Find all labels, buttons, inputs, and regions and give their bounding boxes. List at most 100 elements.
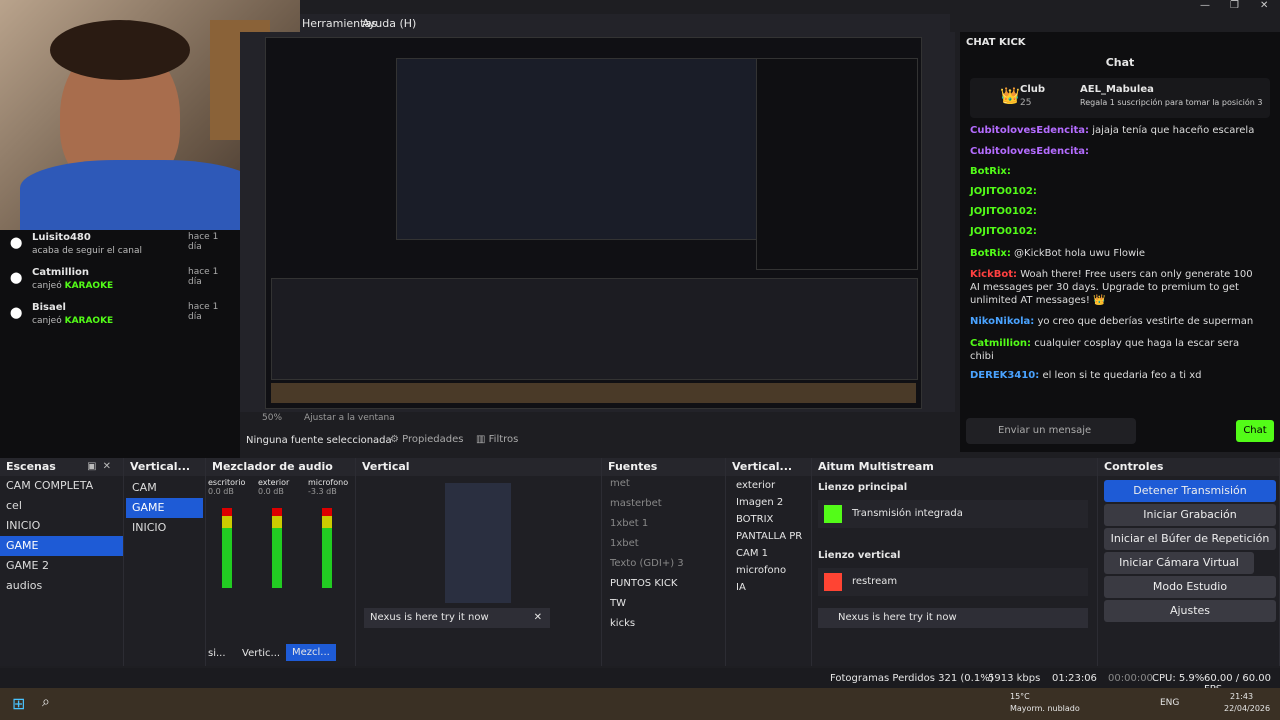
volume-meter — [322, 508, 332, 588]
source-item[interactable]: PUNTOS KICK — [610, 578, 723, 598]
scene-item[interactable]: CAM COMPLETA — [0, 476, 123, 496]
preview-zoom-bar[interactable]: 50% Ajustar a la ventana — [240, 412, 955, 426]
sources-dock: Fuentes met masterbet 1xbet 1 1xbet Text… — [602, 458, 726, 666]
chat-message: JOJITO0102: — [970, 206, 1037, 217]
preview-area[interactable] — [240, 32, 955, 412]
chat-send-button[interactable]: Chat — [1236, 420, 1274, 442]
mixer-channel[interactable]: exterior 0.0 dB — [258, 478, 304, 628]
search-icon[interactable]: ⌕ — [42, 694, 50, 710]
bitrate: 5913 kbps — [988, 673, 1041, 684]
user-icon: ⬤ — [10, 271, 23, 284]
chat-input[interactable]: Enviar un mensaje — [966, 418, 1136, 444]
restream-icon — [824, 573, 842, 591]
source-item[interactable]: 1xbet 1 — [610, 518, 723, 538]
user-icon: ⬤ — [10, 306, 23, 319]
virtual-camera-button[interactable]: Iniciar Cámara Virtual — [1104, 552, 1254, 574]
chat-message: BotRix: — [970, 166, 1011, 177]
mixer-tab[interactable]: Vertic... — [242, 648, 280, 659]
filters-button[interactable]: ▥ Filtros — [476, 434, 518, 445]
vertical-banner[interactable]: Nexus is here try it now ✕ — [364, 608, 550, 628]
windows-start-icon[interactable]: ⊞ — [12, 694, 25, 713]
preview-recursive-docks — [271, 278, 918, 380]
vertical-scene-item[interactable]: CAM — [126, 478, 203, 498]
source-item[interactable]: masterbet — [610, 498, 723, 518]
scene-item[interactable]: cel — [0, 496, 123, 516]
activity-user: Catmillion — [32, 267, 89, 278]
vertical-source-item[interactable]: CAM 1 — [736, 548, 809, 565]
mixer-tab[interactable]: si... — [208, 648, 226, 659]
vertical-scene-item[interactable]: INICIO — [126, 518, 203, 538]
chat-message: DEREK3410: el leon si te quedaria feo a … — [970, 370, 1202, 381]
scene-item[interactable]: GAME 2 — [0, 556, 123, 576]
vertical-source-item[interactable]: microfono — [736, 565, 809, 582]
status-bar: Fotogramas Perdidos 321 (0.1%) 5913 kbps… — [0, 668, 1280, 695]
scene-item[interactable]: audios — [0, 576, 123, 596]
streamer-hair — [50, 20, 190, 80]
crown-icon: 👑 — [1000, 86, 1020, 105]
live-time: 01:23:06 — [1052, 673, 1097, 684]
vertical-source-item[interactable]: Imagen 2 — [736, 497, 809, 514]
vertical-source-item[interactable]: IA — [736, 582, 809, 599]
settings-button[interactable]: Ajustes — [1104, 600, 1276, 622]
chat-message: JOJITO0102: — [970, 226, 1037, 237]
close-icon[interactable]: ✕ — [534, 608, 542, 628]
vertical-scenes-dock: Vertical... CAM GAME INICIO — [124, 458, 206, 666]
taskbar: ⊞ ⌕ 15°C Mayorm. nublado ENG 21:43 22/04… — [0, 688, 1280, 720]
multistream-dock: Aitum Multistream Lienzo principal Trans… — [812, 458, 1098, 666]
replay-buffer-button[interactable]: Iniciar el Búfer de Repetición — [1104, 528, 1276, 550]
vertical-scene-item[interactable]: GAME — [126, 498, 203, 518]
activity-time: hace 1 día — [188, 302, 219, 322]
clock-time: 21:43 — [1230, 692, 1254, 701]
source-item[interactable]: TW — [610, 598, 723, 618]
multistream-banner[interactable]: Nexus is here try it now — [818, 608, 1088, 628]
window-controls[interactable]: — ❐ ✕ — [1190, 0, 1280, 14]
activity-item: ⬤ Luisito480 acaba de seguir el canal ha… — [10, 232, 230, 262]
preview-recursive-taskbar — [271, 383, 916, 403]
stop-stream-button[interactable]: Detener Transmisión — [1104, 480, 1276, 502]
scene-item[interactable]: INICIO — [0, 516, 123, 536]
source-item[interactable]: kicks — [610, 618, 723, 638]
source-item[interactable]: met — [610, 478, 723, 498]
mixer-tab[interactable]: Mezcl... — [286, 644, 336, 661]
volume-meter — [222, 508, 232, 588]
weather-desc: Mayorm. nublado — [1010, 704, 1080, 713]
chat-message: KickBot: Woah there! Free users can only… — [970, 269, 1253, 306]
activity-text: canjeó KARAOKE — [32, 281, 114, 291]
vertical-source-item[interactable]: BOTRIX — [736, 514, 809, 531]
kick-icon — [824, 505, 842, 523]
chat-message: NikoNikola: yo creo que deberías vestirt… — [970, 316, 1254, 327]
rec-time: 00:00:00 — [1108, 673, 1153, 684]
no-source-label: Ninguna fuente seleccionada — [246, 435, 392, 446]
language[interactable]: ENG — [1160, 698, 1179, 708]
vertical-sources-dock: Vertical... exterior Imagen 2 BOTRIX PAN… — [726, 458, 812, 666]
chat-top-gifter: 👑 Club 25 AEL_Mabulea Regala 1 suscripci… — [970, 78, 1270, 118]
chat-message: Catmillion: cualquier cosplay que haga l… — [970, 338, 1240, 362]
menu-bar: Herramientas Ayuda (H) — [300, 14, 950, 32]
menu-ayuda[interactable]: Ayuda (H) — [362, 17, 416, 30]
chat-message: JOJITO0102: — [970, 186, 1037, 197]
clock-date: 22/04/2026 — [1224, 704, 1271, 713]
chat-message: CubitolovesEdencita: — [970, 146, 1090, 157]
properties-button[interactable]: ⚙ Propiedades — [390, 434, 463, 445]
source-bar: Ninguna fuente seleccionada ⚙ Propiedade… — [240, 430, 955, 452]
scenes-dock: Escenas ▣✕ CAM COMPLETA cel INICIO GAME G… — [0, 458, 124, 666]
chat-message: CubitolovesEdencita: jajaja tenía que ha… — [970, 125, 1255, 136]
preview-recursive-obs — [396, 58, 768, 240]
activity-text: acaba de seguir el canal — [32, 246, 142, 256]
start-recording-button[interactable]: Iniciar Grabación — [1104, 504, 1276, 526]
vertical-output-row[interactable]: restream — [818, 568, 1088, 596]
scene-item[interactable]: GAME — [0, 536, 123, 556]
source-item[interactable]: 1xbet — [610, 538, 723, 558]
vertical-source-item[interactable]: PANTALLA PR — [736, 531, 809, 548]
main-output-row[interactable]: Transmisión integrada — [818, 500, 1088, 528]
vertical-source-item[interactable]: exterior — [736, 480, 809, 497]
volume-meter — [272, 508, 282, 588]
studio-mode-button[interactable]: Modo Estudio — [1104, 576, 1276, 598]
mixer-channel[interactable]: escritorio 0.0 dB — [208, 478, 254, 628]
activity-text: canjeó KARAOKE — [32, 316, 114, 326]
mixer-channel[interactable]: microfono -3.3 dB — [308, 478, 354, 628]
activity-user: Bisael — [32, 302, 66, 313]
vertical-preview — [445, 483, 511, 603]
source-item[interactable]: Texto (GDI+) 3 — [610, 558, 723, 578]
dropped-frames: Fotogramas Perdidos 321 (0.1%) — [830, 673, 994, 684]
